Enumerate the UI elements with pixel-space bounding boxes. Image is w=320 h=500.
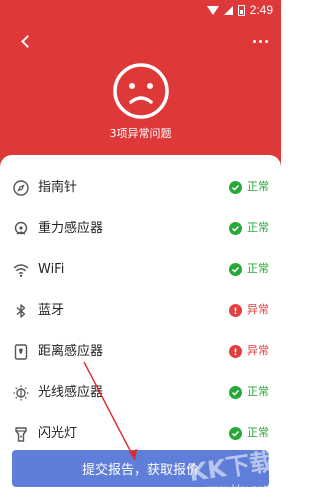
item-label: WiFi <box>38 262 65 277</box>
check-icon <box>229 180 242 194</box>
proximity-sensor-icon <box>14 344 28 360</box>
check-icon <box>229 385 242 399</box>
status-indicator: 正常 <box>229 221 269 235</box>
status-bar: 2:49 <box>206 0 273 20</box>
list-item-wifi[interactable]: WiFi 正常 <box>0 249 281 290</box>
issue-summary: 3项异常问题 <box>109 127 172 140</box>
list-item-light-sensor[interactable]: 光线感应器 正常 <box>0 372 281 413</box>
compass-icon <box>13 180 29 196</box>
check-icon <box>229 426 242 440</box>
item-label: 光线感应器 <box>38 385 104 400</box>
more-options-button[interactable] <box>247 34 273 48</box>
item-label: 重力感应器 <box>38 221 104 236</box>
check-icon <box>229 262 242 276</box>
back-chevron-icon <box>20 34 34 48</box>
status-indicator: 正常 <box>229 385 269 399</box>
item-label: 闪光灯 <box>38 426 78 441</box>
list-item-gravity-sensor[interactable]: 重力感应器 正常 <box>0 208 281 249</box>
status-text: 异常 <box>247 344 269 357</box>
check-icon <box>229 221 242 235</box>
warning-icon <box>229 344 242 358</box>
signal-icon <box>223 5 233 15</box>
check-list: 指南针 正常 重力感应器 正常 WiFi 正常 蓝牙 异常 距离感应器 异常 光… <box>0 167 281 454</box>
warning-icon <box>229 303 242 317</box>
item-label: 蓝牙 <box>38 303 65 318</box>
list-item-proximity-sensor[interactable]: 距离感应器 异常 <box>0 331 281 372</box>
submit-report-button[interactable]: 提交报告，获取报价 <box>12 450 269 487</box>
status-indicator: 正常 <box>229 262 269 276</box>
status-indicator: 正常 <box>229 180 269 194</box>
sad-face-icon <box>113 63 169 119</box>
item-label: 指南针 <box>38 180 78 195</box>
list-item-flashlight[interactable]: 闪光灯 正常 <box>0 413 281 454</box>
back-button[interactable] <box>12 28 38 54</box>
item-label: 距离感应器 <box>38 344 104 359</box>
wifi-status-icon <box>206 5 219 15</box>
wifi-icon <box>13 264 29 277</box>
gravity-sensor-icon <box>14 221 28 235</box>
light-sensor-icon <box>13 385 29 401</box>
status-text: 正常 <box>247 426 269 439</box>
list-item-compass[interactable]: 指南针 正常 <box>0 167 281 208</box>
watermark-url: www.kkx.net <box>205 484 267 495</box>
status-text: 正常 <box>247 262 269 275</box>
list-item-bluetooth[interactable]: 蓝牙 异常 <box>0 290 281 331</box>
battery-icon <box>237 4 245 16</box>
header: 2:49 3项异常问题 <box>0 0 281 175</box>
status-indicator: 异常 <box>229 303 269 317</box>
status-indicator: 异常 <box>229 344 269 358</box>
flashlight-icon <box>15 427 27 442</box>
status-time: 2:49 <box>249 3 273 17</box>
status-text: 正常 <box>247 180 269 193</box>
bluetooth-icon <box>16 304 26 318</box>
status-text: 正常 <box>247 385 269 398</box>
status-text: 正常 <box>247 221 269 234</box>
status-text: 异常 <box>247 303 269 316</box>
status-indicator: 正常 <box>229 426 269 440</box>
more-dots-icon <box>252 39 256 43</box>
